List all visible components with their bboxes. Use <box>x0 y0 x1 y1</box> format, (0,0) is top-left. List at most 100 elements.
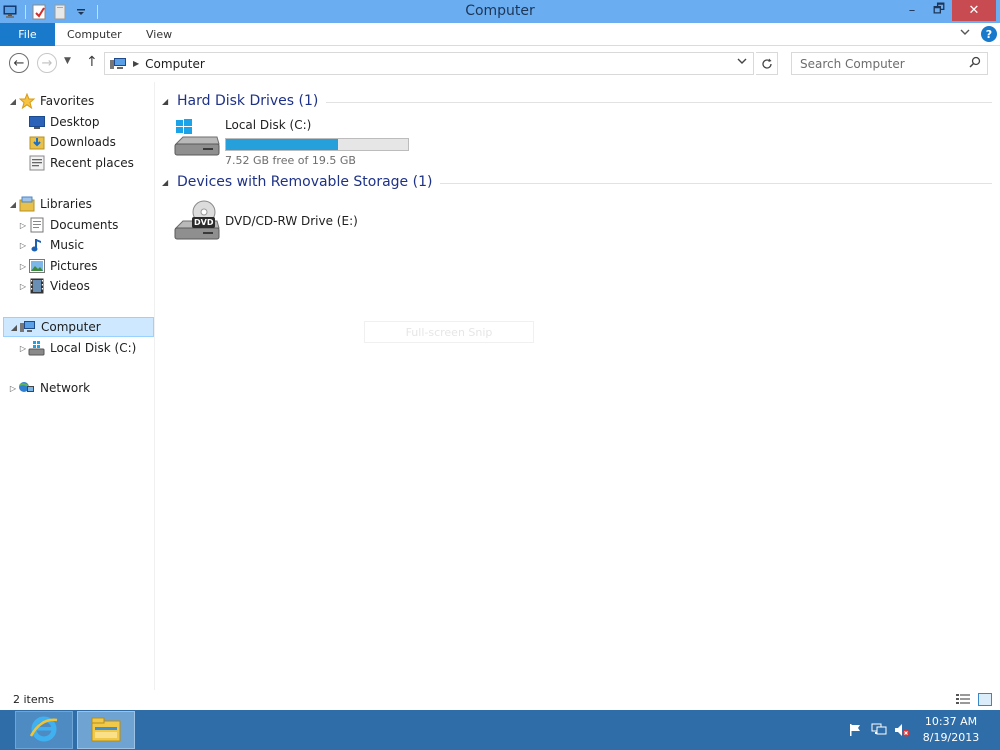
dvd-badge: DVD <box>192 217 216 228</box>
sidebar-item-favorites[interactable]: ◢ Favorites <box>8 91 94 111</box>
window-title: Computer <box>465 3 535 19</box>
new-folder-icon[interactable] <box>51 3 69 21</box>
collapse-arrow-icon[interactable]: ◢ <box>9 323 19 332</box>
drive-local-disk[interactable]: Local Disk (C:) 7.52 GB free of 19.5 GB <box>173 117 413 167</box>
taskbar-clock[interactable]: 10:37 AM 8/19/2013 <box>920 714 982 746</box>
collapse-arrow-icon[interactable]: ◢ <box>8 97 18 106</box>
properties-icon[interactable] <box>30 3 48 21</box>
help-icon[interactable]: ? <box>981 26 997 42</box>
taskbar-internet-explorer[interactable] <box>15 711 73 749</box>
group-header-hard-disk-drives[interactable]: ◢ Hard Disk Drives (1) <box>162 92 992 110</box>
network-icon <box>18 380 35 396</box>
breadcrumb[interactable]: Computer <box>145 57 205 71</box>
search-input[interactable] <box>800 56 960 71</box>
ribbon-tabs: File Computer View ? <box>0 23 1000 46</box>
expand-ribbon-icon[interactable] <box>959 27 973 41</box>
network-tray-icon[interactable] <box>871 723 887 737</box>
tab-view[interactable]: View <box>146 23 172 46</box>
local-disk-icon <box>28 340 45 356</box>
collapse-arrow-icon[interactable]: ◢ <box>162 97 177 106</box>
minimize-button[interactable]: – <box>898 0 926 21</box>
drive-name: DVD/CD-RW Drive (E:) <box>225 214 358 228</box>
drive-dvd[interactable]: DVD DVD/CD-RW Drive (E:) <box>173 199 373 245</box>
chevron-down-icon[interactable] <box>737 57 747 68</box>
close-button[interactable]: ✕ <box>952 0 996 21</box>
snip-overlay-label: Full-screen Snip <box>364 321 534 343</box>
sidebar-item-label: Libraries <box>40 197 92 211</box>
hard-drive-icon <box>173 117 221 161</box>
sidebar-item-label: Pictures <box>50 259 98 273</box>
downloads-folder-icon <box>28 134 45 150</box>
volume-muted-icon[interactable] <box>894 723 910 737</box>
desktop-icon <box>28 114 45 130</box>
sidebar-item-computer[interactable]: ◢ Computer <box>3 317 154 337</box>
refresh-button[interactable] <box>756 52 778 75</box>
sidebar-item-label: Recent places <box>50 156 134 170</box>
sidebar-item-music[interactable]: ▷ Music <box>18 235 84 255</box>
address-bar[interactable]: ▶ Computer <box>104 52 754 75</box>
sidebar-item-videos[interactable]: ▷ Videos <box>18 276 90 296</box>
videos-icon <box>28 278 45 294</box>
sidebar-item-label: Favorites <box>40 94 95 108</box>
clock-date: 8/19/2013 <box>922 731 980 744</box>
expand-arrow-icon[interactable]: ▷ <box>18 241 28 250</box>
pictures-icon <box>28 258 45 274</box>
drive-name: Local Disk (C:) <box>225 118 312 132</box>
sidebar-item-downloads[interactable]: Downloads <box>28 132 116 152</box>
expand-arrow-icon[interactable]: ▷ <box>18 282 28 291</box>
sidebar-item-documents[interactable]: ▷ Documents <box>18 215 118 235</box>
action-center-flag-icon[interactable] <box>847 723 863 737</box>
sidebar-item-pictures[interactable]: ▷ Pictures <box>18 256 98 276</box>
up-button[interactable]: ↑ <box>86 54 98 70</box>
expand-arrow-icon[interactable]: ▷ <box>8 384 18 393</box>
maximize-button[interactable]: 🗗 <box>926 0 952 21</box>
navigation-pane: ◢ Favorites Desktop Downloads Recent pla… <box>0 82 155 690</box>
recent-places-icon <box>28 155 45 171</box>
computer-icon[interactable] <box>0 3 18 21</box>
file-explorer-icon <box>90 715 122 746</box>
title-bar: Computer – 🗗 ✕ <box>0 0 1000 23</box>
search-icon[interactable] <box>969 56 981 71</box>
sidebar-item-label: Documents <box>50 218 119 232</box>
taskbar: 10:37 AM 8/19/2013 <box>0 710 1000 750</box>
customize-qat-icon[interactable] <box>72 3 90 21</box>
documents-icon <box>28 217 45 233</box>
clock-time: 10:37 AM <box>924 715 978 728</box>
drive-usage-bar <box>225 138 409 151</box>
sidebar-item-network[interactable]: ▷ Network <box>8 378 90 398</box>
collapse-arrow-icon[interactable]: ◢ <box>8 200 18 209</box>
computer-icon <box>109 57 127 71</box>
group-divider <box>326 101 992 103</box>
tab-file[interactable]: File <box>0 23 55 46</box>
tab-computer[interactable]: Computer <box>67 23 122 46</box>
recent-locations-icon[interactable]: ▼ <box>64 56 71 66</box>
sidebar-item-local-disk[interactable]: ▷ Local Disk (C:) <box>18 338 136 358</box>
taskbar-file-explorer[interactable] <box>77 711 135 749</box>
drive-free-space: 7.52 GB free of 19.5 GB <box>225 154 356 167</box>
internet-explorer-icon <box>29 714 59 747</box>
sidebar-item-label: Computer <box>41 320 101 334</box>
sidebar-item-recent-places[interactable]: Recent places <box>28 153 134 173</box>
forward-button[interactable]: → <box>37 53 57 73</box>
expand-arrow-icon[interactable]: ▷ <box>18 262 28 271</box>
expand-arrow-icon[interactable]: ▷ <box>18 221 28 230</box>
sidebar-item-label: Videos <box>50 279 90 293</box>
sidebar-item-label: Downloads <box>50 135 116 149</box>
expand-arrow-icon[interactable]: ▷ <box>18 344 28 353</box>
sidebar-item-libraries[interactable]: ◢ Libraries <box>8 194 92 214</box>
search-box[interactable] <box>791 52 988 75</box>
sidebar-item-desktop[interactable]: Desktop <box>28 112 100 132</box>
collapse-arrow-icon[interactable]: ◢ <box>162 178 177 187</box>
breadcrumb-chevron-icon[interactable]: ▶ <box>133 59 139 68</box>
group-title: Devices with Removable Storage (1) <box>177 174 433 190</box>
sidebar-item-label: Network <box>40 381 91 395</box>
sidebar-item-label: Desktop <box>50 115 100 129</box>
details-view-icon[interactable] <box>956 693 970 706</box>
computer-icon <box>19 319 36 335</box>
sidebar-item-label: Local Disk (C:) <box>50 341 137 355</box>
drive-usage-fill <box>226 139 338 150</box>
group-header-removable-storage[interactable]: ◢ Devices with Removable Storage (1) <box>162 173 992 191</box>
back-button[interactable]: ← <box>9 53 29 73</box>
large-icons-view-icon[interactable] <box>978 693 992 706</box>
music-icon <box>28 237 45 253</box>
